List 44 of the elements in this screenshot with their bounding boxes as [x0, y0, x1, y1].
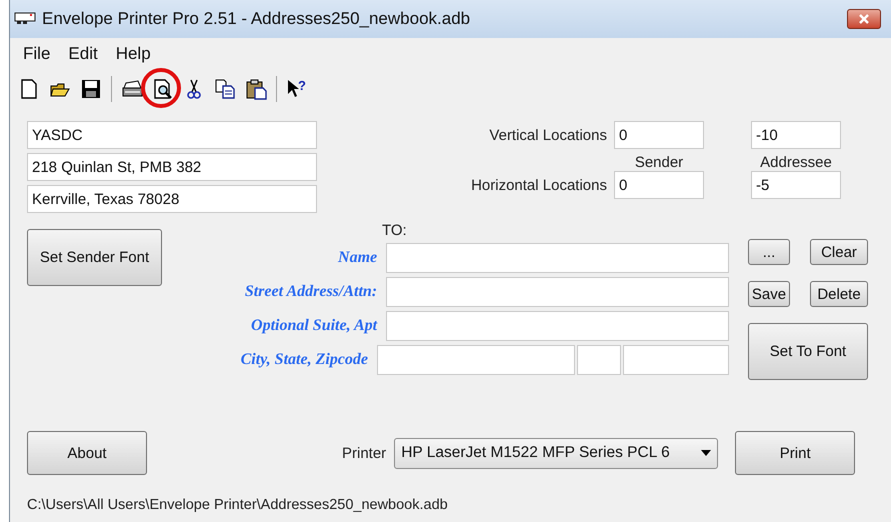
sender-field[interactable]: 218 Quinlan St, PMB 382	[27, 153, 317, 181]
menu-item[interactable]: Help	[106, 44, 160, 64]
clear-button[interactable]: Clear	[810, 239, 868, 265]
field-label: Vertical Locations	[488, 126, 607, 144]
sender-field[interactable]: YASDC	[27, 121, 317, 149]
browse-button[interactable]: ...	[748, 239, 790, 265]
address-field[interactable]	[386, 277, 729, 307]
print-button[interactable]: Print	[735, 431, 856, 475]
zipcode-field[interactable]	[623, 345, 729, 375]
printer-label: Printer	[342, 444, 386, 462]
field-label: Name	[336, 249, 378, 267]
city-field[interactable]	[377, 345, 575, 375]
location-field[interactable]: 0	[614, 171, 704, 199]
delete-button[interactable]: Delete	[810, 281, 868, 307]
about-button[interactable]: About	[27, 431, 147, 475]
magnifier-document-icon[interactable]	[152, 78, 174, 100]
close-button[interactable]	[847, 9, 881, 29]
field-label: Street Address/Attn:	[244, 283, 378, 301]
set-sender-font-button[interactable]: Set Sender Font	[27, 229, 162, 286]
close-icon[interactable]	[858, 14, 870, 24]
clipboard-icon[interactable]	[245, 78, 267, 100]
file-path: C:\Users\All Users\Envelope Printer\Addresses250_newbook.adb	[27, 497, 449, 513]
location-field[interactable]: 0	[614, 121, 704, 149]
location-field[interactable]: -5	[751, 171, 841, 199]
column-header: Sender	[634, 154, 684, 171]
window-title: Envelope Printer Pro 2.51 - Addresses250_newbook.adb	[42, 9, 470, 29]
address-field[interactable]	[386, 243, 729, 273]
field-label: Optional Suite, Apt	[250, 317, 378, 335]
address-field[interactable]	[386, 311, 729, 341]
printer-icon	[14, 12, 36, 26]
state-field[interactable]	[577, 345, 621, 375]
copy-icon[interactable]	[214, 78, 236, 100]
field-label: City, State, Zipcode	[240, 351, 368, 369]
location-field[interactable]: -10	[751, 121, 841, 149]
field-label: Horizontal Locations	[470, 176, 607, 194]
set-to-font-button[interactable]: Set To Font	[748, 323, 868, 380]
caret-icon[interactable]	[701, 450, 712, 456]
menu-item[interactable]: Edit	[59, 44, 107, 64]
sender-field[interactable]: Kerrville, Texas 78028	[27, 185, 317, 213]
printer-dropdown[interactable]: HP LaserJet M1522 MFP Series PCL 6	[394, 438, 718, 468]
save-button[interactable]: Save	[748, 281, 790, 307]
to-label: TO:	[382, 222, 408, 241]
column-header: Addressee	[759, 154, 833, 171]
menu-item[interactable]: File	[14, 44, 60, 64]
